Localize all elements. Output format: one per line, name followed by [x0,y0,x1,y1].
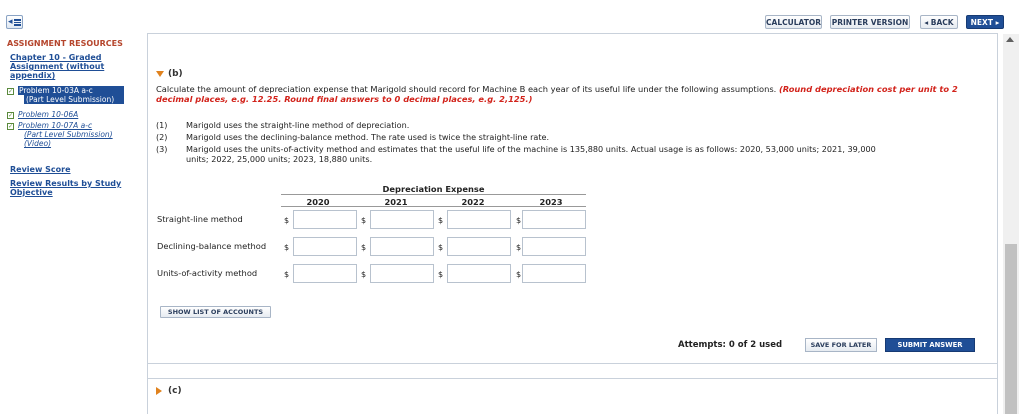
sidebar-item-problem-06a[interactable]: Problem 10-06A [18,111,78,119]
divider [281,206,586,207]
assumption-text: units; 2022, 25,000 units; 2023, 18,880 … [186,154,373,164]
scrollbar[interactable] [1003,34,1019,414]
part-c-header[interactable]: (c) [156,386,182,396]
review-results-link[interactable]: Review Results by Study Objective [10,179,128,197]
assumption-text: Marigold uses the declining-balance meth… [186,132,550,142]
breadcrumb [0,0,1024,6]
checkbox-icon: ✓ [7,87,14,95]
input-units-of-activity-2020[interactable] [293,264,357,283]
sidebar-title: ASSIGNMENT RESOURCES [7,39,123,48]
next-button[interactable]: NEXT ▸ [966,15,1004,29]
list-icon [14,19,21,26]
sidebar-item-problem-07a[interactable]: Problem 10-07A a-c [18,122,92,130]
currency-symbol: $ [438,243,444,252]
divider [147,33,998,34]
currency-symbol: $ [361,216,367,225]
assignment-sidebar: ASSIGNMENT RESOURCES Chapter 10 - Graded… [0,34,140,414]
input-declining-balance-2022[interactable] [447,237,511,256]
currency-symbol: $ [516,270,522,279]
calculator-button[interactable]: CALCULATOR [765,15,822,29]
row-label-straight-line: Straight-line method [157,214,243,224]
currency-symbol: $ [438,270,444,279]
scroll-up-icon[interactable] [1006,37,1014,42]
part-b-header[interactable]: (b) [156,69,183,79]
input-units-of-activity-2022[interactable] [447,264,511,283]
instruction-main: Calculate the amount of depreciation exp… [156,84,777,94]
back-button[interactable]: ◂ BACK [920,15,958,29]
checkbox-icon: ✓ [7,111,14,119]
instruction-text: Calculate the amount of depreciation exp… [156,84,994,104]
currency-symbol: $ [284,216,290,225]
checkbox-icon: ✓ [7,122,14,130]
toggle-menu-button[interactable]: ◂ [6,15,23,29]
show-list-of-accounts-button[interactable]: SHOW LIST OF ACCOUNTS [160,306,271,318]
divider [281,194,586,195]
chapter-link[interactable]: Chapter 10 - Graded Assignment (without … [10,53,128,80]
currency-symbol: $ [361,243,367,252]
table-title: Depreciation Expense [382,184,485,194]
assumption-text: Marigold uses the units-of-activity meth… [186,144,876,154]
review-score-link[interactable]: Review Score [10,166,71,174]
row-label-declining-balance: Declining-balance method [157,241,267,251]
part-c-panel [147,378,998,414]
assumption-number: (3) [156,144,168,154]
input-units-of-activity-2023[interactable] [522,264,586,283]
currency-symbol: $ [284,270,290,279]
currency-symbol: $ [284,243,290,252]
attempts-counter: Attempts: 0 of 2 used [678,340,783,350]
scrollbar-thumb[interactable] [1005,244,1017,414]
sidebar-item-problem-03a-sub[interactable]: (Part Level Submission) [24,95,124,104]
input-declining-balance-2023[interactable] [522,237,586,256]
assumption-text: Marigold uses the straight-line method o… [186,120,410,130]
input-straight-line-2022[interactable] [447,210,511,229]
sidebar-item-problem-07a-sub[interactable]: (Part Level Submission) [24,131,113,139]
currency-symbol: $ [438,216,444,225]
sidebar-item-problem-03a[interactable]: Problem 10-03A a-c [18,86,124,95]
part-b-label: (b) [168,69,183,79]
input-straight-line-2021[interactable] [370,210,434,229]
submit-answer-button[interactable]: SUBMIT ANSWER [885,338,975,352]
sidebar-item-video[interactable]: (Video) [24,140,51,148]
part-c-label: (c) [168,386,182,396]
input-declining-balance-2020[interactable] [293,237,357,256]
currency-symbol: $ [516,243,522,252]
input-declining-balance-2021[interactable] [370,237,434,256]
input-units-of-activity-2021[interactable] [370,264,434,283]
printer-version-button[interactable]: PRINTER VERSION [830,15,910,29]
assumption-number: (2) [156,132,168,142]
arrow-left-icon: ◂ [8,17,13,27]
input-straight-line-2023[interactable] [522,210,586,229]
currency-symbol: $ [361,270,367,279]
expand-icon [156,386,162,395]
collapse-icon [156,70,164,77]
save-for-later-button[interactable]: SAVE FOR LATER [805,338,877,352]
currency-symbol: $ [516,216,522,225]
row-label-units-of-activity: Units-of-activity method [157,268,258,278]
input-straight-line-2020[interactable] [293,210,357,229]
assumption-number: (1) [156,120,168,130]
